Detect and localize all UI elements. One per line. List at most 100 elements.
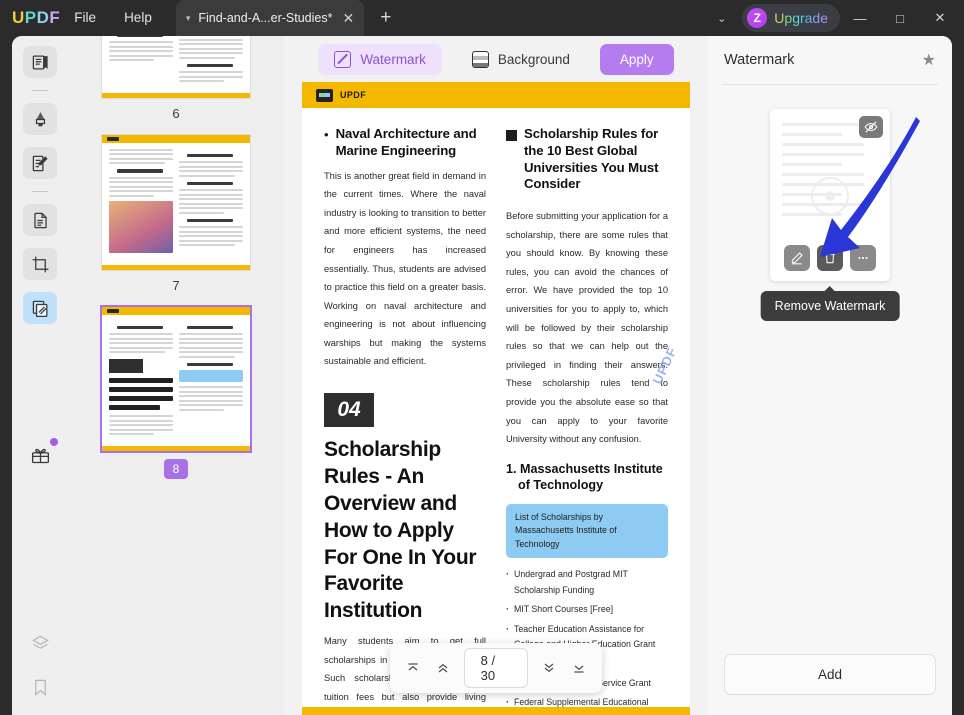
- thumbnail-number-6: 6: [172, 105, 180, 121]
- thumbnail-page-7[interactable]: [102, 134, 250, 270]
- highlighter-icon: [35, 111, 45, 126]
- pages-icon: [33, 212, 47, 228]
- menu-file[interactable]: File: [60, 0, 110, 36]
- eye-slash-icon: [864, 121, 878, 133]
- new-tab-button[interactable]: +: [380, 7, 391, 29]
- page-thumbnail-panel[interactable]: 6 7 8: [68, 36, 284, 715]
- apply-button[interactable]: Apply: [599, 43, 674, 75]
- right-body-text: Before submitting your application for a…: [506, 211, 668, 445]
- logo-letter-f: F: [49, 8, 61, 27]
- upgrade-badge-icon: Z: [747, 8, 768, 28]
- logo-letter-u: U: [12, 8, 25, 27]
- page-brand-text: UPDF: [340, 90, 367, 100]
- layers-icon: [31, 635, 49, 649]
- bullet-icon: •: [324, 127, 329, 142]
- previous-page-button[interactable]: [429, 655, 457, 681]
- window-close-button[interactable]: ✕: [920, 0, 960, 36]
- thumb-col-right: [179, 149, 243, 257]
- rail-item-layers[interactable]: [23, 627, 57, 659]
- thumbnail-page-8[interactable]: [102, 306, 250, 451]
- crop-icon: [32, 256, 48, 272]
- page-navigation-bar: 8 / 30: [390, 643, 602, 693]
- page-right-column: Scholarship Rules for the 10 Best Global…: [506, 126, 668, 715]
- last-page-button[interactable]: [565, 655, 593, 681]
- square-bullet-icon: [506, 130, 517, 141]
- menu-help[interactable]: Help: [110, 0, 166, 36]
- document-tab[interactable]: ▾ Find-and-A...er-Studies* ✕: [175, 0, 365, 36]
- upgrade-label: Upgrade: [774, 10, 828, 26]
- gift-icon: [31, 448, 49, 463]
- background-icon: [471, 50, 489, 68]
- document-area: Watermark Background Apply UPDF • Naval …: [284, 36, 708, 715]
- rail-divider-2: [32, 191, 48, 192]
- university-subheading-num: 1. Massachusetts Institute: [506, 461, 663, 476]
- edit-watermark-button[interactable]: [784, 245, 810, 271]
- chapter-title: Scholarship Rules - An Overview and How …: [324, 438, 477, 623]
- thumb-header-bar: [102, 134, 250, 143]
- left-body-text: This is another great field in demand in…: [324, 170, 486, 367]
- right-heading-row: Scholarship Rules for the 10 Best Global…: [506, 126, 668, 193]
- thumbnail-page-6[interactable]: [102, 36, 250, 98]
- rail-divider: [32, 90, 48, 91]
- page-brand-header: UPDF: [302, 82, 690, 108]
- edit-document-icon: [32, 155, 48, 171]
- toggle-watermark-visibility-button[interactable]: [859, 116, 883, 138]
- panel-header: Watermark ★: [708, 36, 952, 84]
- tool-rail: [12, 36, 68, 715]
- close-icon[interactable]: ✕: [342, 10, 354, 27]
- tab-title: Find-and-A...er-Studies*: [198, 11, 333, 25]
- thumb-content: [102, 143, 250, 265]
- right-heading: Scholarship Rules for the 10 Best Global…: [524, 126, 659, 192]
- rail-item-crop-page[interactable]: [23, 248, 57, 280]
- upgrade-button[interactable]: Z Upgrade: [742, 4, 840, 32]
- rail-item-bookmark[interactable]: [23, 671, 57, 703]
- minimize-button[interactable]: —: [840, 0, 880, 36]
- ellipsis-icon: [858, 256, 868, 260]
- background-tab-label: Background: [497, 51, 570, 67]
- rail-item-comment-highlight[interactable]: [23, 103, 57, 135]
- next-page-button[interactable]: [534, 655, 562, 681]
- rail-item-watermark-tool[interactable]: [23, 292, 57, 324]
- thumb-col-left: [109, 148, 173, 257]
- rail-item-edit-pdf[interactable]: [23, 147, 57, 179]
- next-page-icon: [544, 663, 553, 673]
- title-bar: UPDF File Help ▾ Find-and-A...er-Studies…: [0, 0, 964, 36]
- first-page-button[interactable]: [399, 655, 427, 681]
- thumb-col-right: [179, 321, 243, 438]
- remove-watermark-tooltip: Remove Watermark: [760, 286, 900, 321]
- panel-title: Watermark: [724, 52, 795, 68]
- favorite-star-icon[interactable]: ★: [922, 50, 936, 70]
- more-watermark-options-button[interactable]: [850, 245, 876, 271]
- chevron-down-icon[interactable]: ▾: [186, 13, 191, 24]
- add-watermark-button[interactable]: Add: [724, 654, 936, 695]
- rail-item-page-tools[interactable]: [23, 204, 57, 236]
- book-icon: [32, 55, 48, 69]
- pdf-page-canvas[interactable]: UPDF • Naval Architecture and Marine Eng…: [302, 82, 690, 715]
- notification-dot: [50, 438, 58, 446]
- watermark-icon: [334, 50, 352, 68]
- more-options-chevron-icon[interactable]: ⌄: [701, 12, 742, 25]
- thumbnail-number-8: 8: [164, 458, 188, 479]
- titlebar-right-group: ⌄ Z Upgrade — □ ✕: [701, 0, 964, 36]
- trash-icon: [825, 252, 835, 264]
- delete-watermark-button[interactable]: [817, 245, 843, 271]
- watermark-card-tools: [784, 245, 876, 271]
- thumb-footer-bar: [102, 264, 250, 270]
- tab-background[interactable]: Background: [456, 44, 586, 75]
- maximize-button[interactable]: □: [880, 0, 920, 36]
- logo-letter-d: D: [36, 8, 50, 27]
- watermark-preview-card[interactable]: ☉: [770, 109, 890, 281]
- logo-letter-p: P: [24, 8, 37, 27]
- watermark-panel: Watermark ★ ☉ Remove Watermark Add: [708, 36, 952, 715]
- rail-item-gift-offers[interactable]: [23, 438, 58, 471]
- thumb-content: [102, 36, 250, 93]
- tab-watermark[interactable]: Watermark: [318, 43, 442, 75]
- page-number-input[interactable]: 8 / 30: [463, 648, 529, 688]
- thumbnail-list: 6 7 8: [68, 36, 284, 489]
- thumb-logo-icon: [107, 136, 119, 141]
- rail-item-reader-mode[interactable]: [23, 46, 57, 78]
- watermark-toolbar: Watermark Background Apply: [284, 36, 708, 82]
- chapter-number-badge: 04: [324, 393, 374, 428]
- list-item: Undergrad and Postgrad MIT Scholarship F…: [506, 567, 668, 598]
- page-left-column: • Naval Architecture and Marine Engineer…: [324, 126, 486, 715]
